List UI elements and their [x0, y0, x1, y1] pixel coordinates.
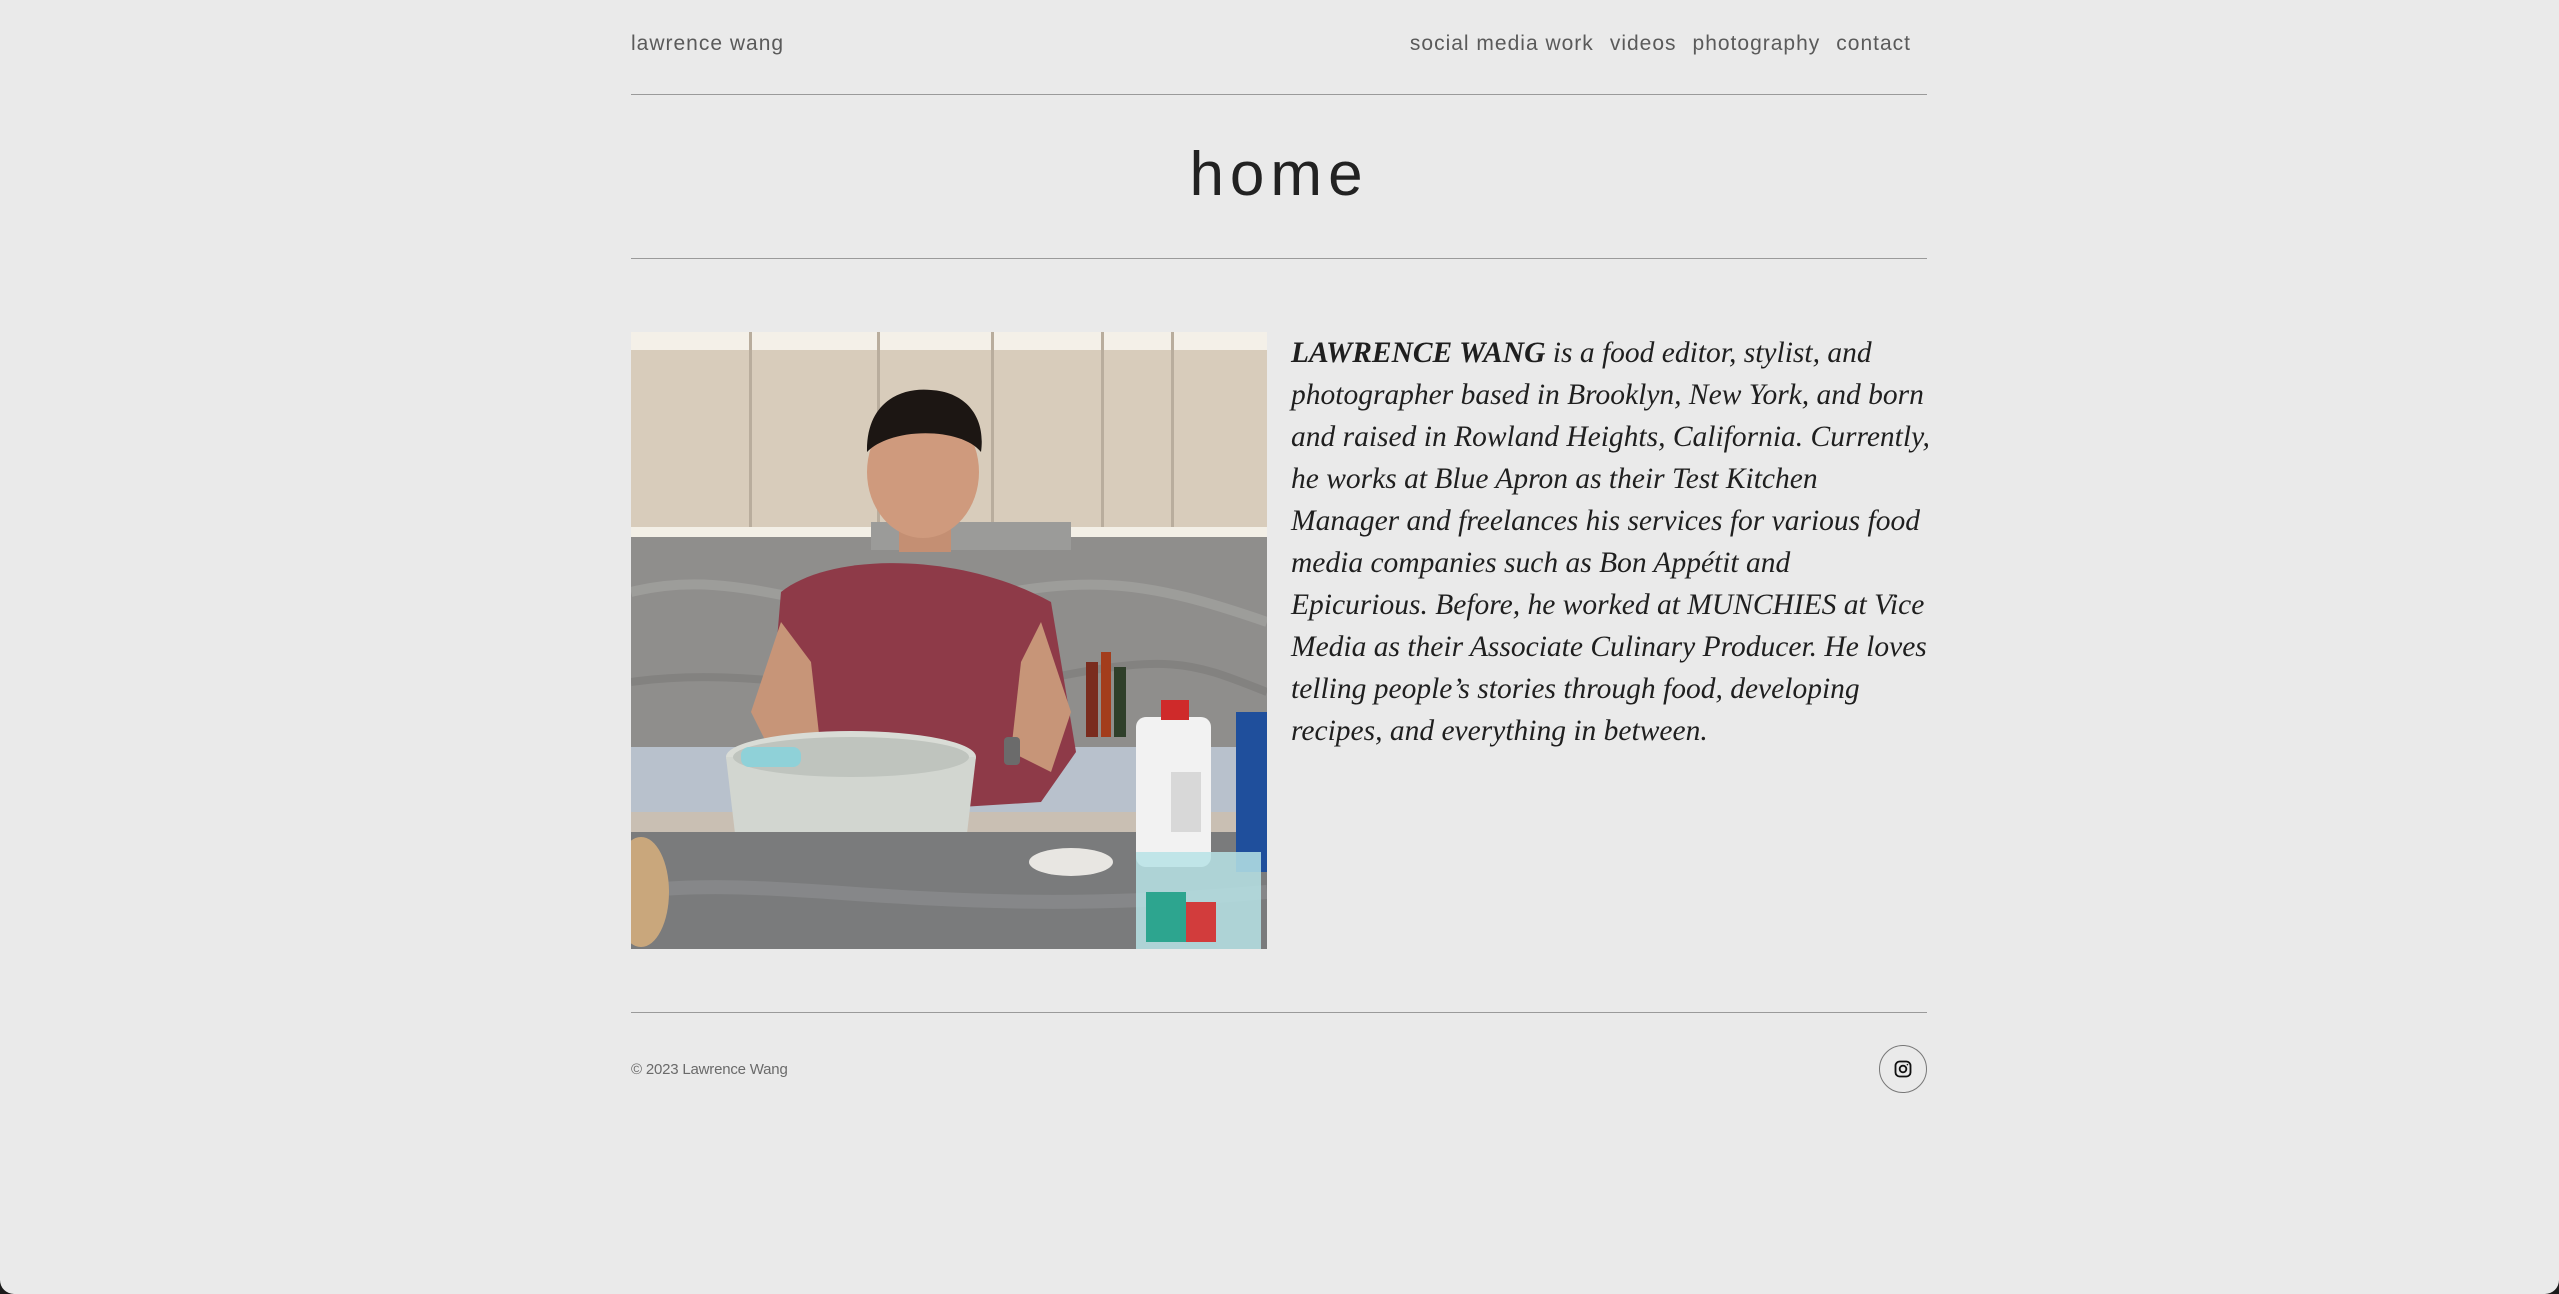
nav-link-contact[interactable]: contact	[1836, 32, 1911, 56]
site-footer: © 2023 Lawrence Wang	[631, 1012, 1927, 1093]
nav-link-videos[interactable]: videos	[1610, 32, 1677, 56]
bio-paragraph: LAWRENCE WANG is a food editor, stylist,…	[1291, 332, 1931, 752]
bio-text: is a food editor, stylist, and photograp…	[1291, 337, 1930, 747]
page-container: lawrence wang social media work videos p…	[631, 0, 1930, 1093]
portrait-photo	[631, 332, 1267, 949]
page-title: home	[1189, 140, 1369, 209]
nav-link-photography[interactable]: photography	[1693, 32, 1821, 56]
main-nav: social media work videos photography con…	[1410, 32, 1911, 56]
page-title-section: home	[631, 95, 1927, 259]
copyright-text: © 2023 Lawrence Wang	[631, 1061, 788, 1078]
site-title-link[interactable]: lawrence wang	[631, 32, 784, 56]
page: lawrence wang social media work videos p…	[0, 0, 2559, 1294]
instagram-link-button[interactable]	[1879, 1045, 1927, 1093]
site-header: lawrence wang social media work videos p…	[631, 0, 1927, 95]
main-content: LAWRENCE WANG is a food editor, stylist,…	[631, 259, 1930, 949]
bio-name: LAWRENCE WANG	[1291, 337, 1546, 369]
nav-link-social-media-work[interactable]: social media work	[1410, 32, 1594, 56]
instagram-icon	[1894, 1060, 1912, 1078]
